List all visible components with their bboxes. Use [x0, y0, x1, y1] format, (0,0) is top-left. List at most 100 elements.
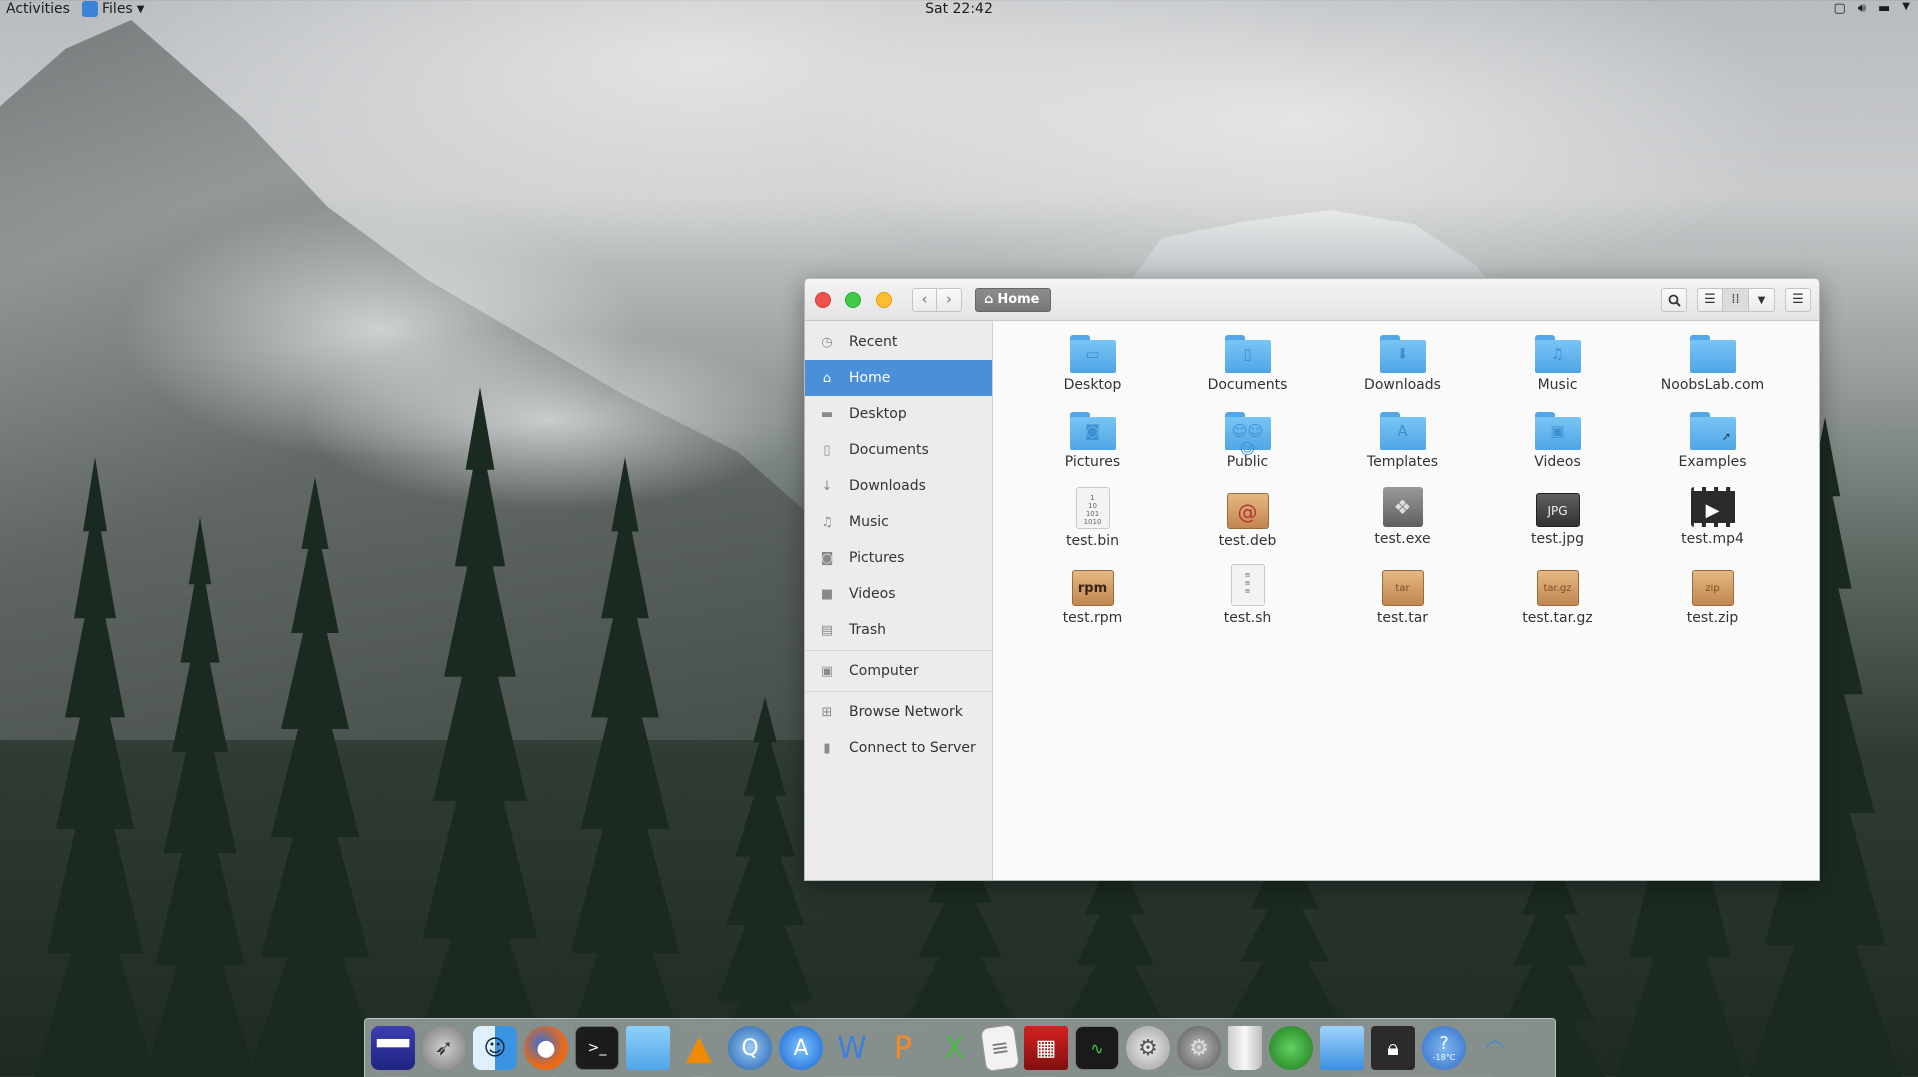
trash-icon[interactable] — [1228, 1026, 1262, 1070]
terminal-icon[interactable]: >_ — [575, 1026, 619, 1070]
grid-view-button[interactable]: ⁞⁞ — [1723, 288, 1749, 312]
path-bar-home[interactable]: ⌂ Home — [975, 288, 1051, 312]
activities-button[interactable]: Activities — [6, 1, 70, 17]
video-editor-icon[interactable]: ▦ — [1024, 1026, 1068, 1070]
sidebar-item-label: Pictures — [849, 550, 905, 566]
sidebar-item-videos[interactable]: ■ Videos — [805, 576, 992, 612]
network-browser-icon[interactable]: Q — [728, 1026, 772, 1070]
sidebar-item-music[interactable]: ♫ Music — [805, 504, 992, 540]
file-item-documents-folder[interactable]: ▯ Documents — [1170, 333, 1325, 410]
back-button[interactable]: ‹ — [912, 288, 937, 312]
file-manager-window: ‹ › ⌂ Home ☰ ⁞⁞ ▼ ☰ ◷ Recent ⌂ Home ▬ De… — [804, 278, 1820, 881]
file-item-public-folder[interactable]: ☺☺☺ Public — [1170, 410, 1325, 487]
folder-icon: ♫ — [1534, 335, 1581, 373]
screen-keyboard-icon[interactable]: ▀▀▀ — [371, 1026, 415, 1070]
file-item-test-deb[interactable]: @ test.deb — [1170, 487, 1325, 564]
firefox-icon[interactable]: ● — [524, 1026, 568, 1070]
search-icon — [1668, 294, 1681, 307]
file-item-noobslab-folder[interactable]: NoobsLab.com — [1635, 333, 1790, 410]
disk-utility-icon[interactable]: ⚙ — [1126, 1026, 1170, 1070]
sidebar-item-computer[interactable]: ▣ Computer — [805, 653, 992, 689]
sidebar-item-browse-network[interactable]: ⊞ Browse Network — [805, 694, 992, 730]
finder-icon[interactable]: ☺ — [473, 1026, 517, 1070]
file-item-label: Videos — [1534, 454, 1581, 470]
file-item-downloads-folder[interactable]: ⬇ Downloads — [1325, 333, 1480, 410]
download-icon: ↓ — [821, 478, 833, 494]
file-item-test-sh[interactable]: ≡ ≡ ≡ test.sh — [1170, 564, 1325, 641]
sidebar-item-documents[interactable]: ▯ Documents — [805, 432, 992, 468]
desktop-icon: ▬ — [820, 406, 834, 422]
places-sidebar: ◷ Recent ⌂ Home ▬ Desktop ▯ Documents ↓ … — [805, 321, 993, 880]
minimize-button[interactable] — [876, 292, 892, 308]
view-options-button[interactable]: ▼ — [1749, 288, 1775, 312]
file-item-pictures-folder[interactable]: ◙ Pictures — [1015, 410, 1170, 487]
lock-screen-icon[interactable]: 🔒︎ — [1371, 1026, 1415, 1070]
deb-package-icon: @ — [1226, 493, 1269, 529]
app-store-icon[interactable]: A — [779, 1026, 823, 1070]
files-app-icon — [82, 1, 98, 17]
system-tray[interactable]: ▢ 🔊︎ ▬ ▼ — [1834, 1, 1911, 16]
file-item-test-mp4[interactable]: ▶ test.mp4 — [1635, 487, 1790, 564]
system-settings-icon[interactable]: ⚙ — [1177, 1026, 1221, 1070]
header-bar: ‹ › ⌂ Home ☰ ⁞⁞ ▼ ☰ — [805, 279, 1819, 321]
file-item-desktop-folder[interactable]: ▭ Desktop — [1015, 333, 1170, 410]
file-item-examples-folder[interactable]: ➚ Examples — [1635, 410, 1790, 487]
display-icon[interactable]: ▢ — [1834, 1, 1846, 16]
sidebar-item-connect-to-server[interactable]: ▮ Connect to Server — [805, 730, 992, 766]
forward-button[interactable]: › — [937, 288, 962, 312]
sidebar-item-label: Home — [849, 370, 891, 386]
file-item-label: Downloads — [1364, 377, 1441, 393]
sidebar-item-pictures[interactable]: ◙ Pictures — [805, 540, 992, 576]
file-item-test-tar[interactable]: tar test.tar — [1325, 564, 1480, 641]
close-button[interactable] — [815, 292, 831, 308]
network-icon: ⊞ — [821, 704, 833, 720]
vlc-icon[interactable]: ▲ — [677, 1026, 721, 1070]
file-item-test-bin[interactable]: 1 10 101 1010 test.bin — [1015, 487, 1170, 564]
file-item-label: test.zip — [1686, 610, 1739, 626]
system-monitor-icon[interactable]: ∿ — [1075, 1026, 1119, 1070]
help-icon[interactable]: ? -18°C — [1422, 1026, 1466, 1070]
volume-icon[interactable]: 🔊︎ — [1858, 1, 1866, 16]
sidebar-item-label: Computer — [849, 663, 919, 679]
libreoffice-impress-icon[interactable]: P — [881, 1026, 925, 1070]
file-item-test-zip[interactable]: zip test.zip — [1635, 564, 1790, 641]
executable-file-icon: ❖ — [1382, 487, 1423, 527]
files-icon[interactable] — [626, 1026, 670, 1070]
app-menu-label: Files — [102, 1, 133, 17]
battery-icon[interactable]: ▬ — [1878, 1, 1890, 16]
libreoffice-writer-icon[interactable]: W — [830, 1026, 874, 1070]
file-item-music-folder[interactable]: ♫ Music — [1480, 333, 1635, 410]
file-item-test-jpg[interactable]: JPG test.jpg — [1480, 487, 1635, 564]
zip-archive-icon: zip — [1691, 570, 1734, 606]
file-item-label: NoobsLab.com — [1660, 377, 1765, 393]
home-icon: ⌂ — [984, 292, 994, 307]
app-menu[interactable]: Files ▼ — [82, 1, 144, 17]
wifi-icon[interactable]: ◠ — [1473, 1026, 1517, 1070]
file-item-videos-folder[interactable]: ▣ Videos — [1480, 410, 1635, 487]
maximize-button[interactable] — [845, 292, 861, 308]
file-item-test-exe[interactable]: ❖ test.exe — [1325, 487, 1480, 564]
sidebar-separator — [805, 691, 992, 692]
search-button[interactable] — [1661, 288, 1687, 312]
launchpad-icon[interactable]: ➶ — [422, 1026, 466, 1070]
clock[interactable]: Sat 22:42 — [925, 1, 993, 17]
menu-button[interactable]: ☰ — [1785, 288, 1811, 312]
file-item-test-tar-gz[interactable]: tar.gz test.tar.gz — [1480, 564, 1635, 641]
text-editor-icon[interactable]: ≡ — [980, 1023, 1020, 1073]
hamburger-menu-icon: ☰ — [1792, 292, 1804, 307]
list-view-button[interactable]: ☰ — [1697, 288, 1723, 312]
file-item-test-rpm[interactable]: rpm test.rpm — [1015, 564, 1170, 641]
desktop-icon[interactable] — [1320, 1026, 1364, 1070]
sidebar-item-home[interactable]: ⌂ Home — [805, 360, 992, 396]
chevron-down-icon[interactable]: ▼ — [1902, 1, 1910, 16]
sidebar-item-label: Documents — [849, 442, 929, 458]
sidebar-item-recent[interactable]: ◷ Recent — [805, 324, 992, 360]
sidebar-item-trash[interactable]: ▤ Trash — [805, 612, 992, 648]
image-file-icon: JPG — [1535, 493, 1580, 527]
world-clock-icon[interactable] — [1269, 1026, 1313, 1070]
sidebar-item-downloads[interactable]: ↓ Downloads — [805, 468, 992, 504]
file-item-templates-folder[interactable]: A Templates — [1325, 410, 1480, 487]
file-item-label: test.bin — [1066, 533, 1119, 549]
sidebar-item-desktop[interactable]: ▬ Desktop — [805, 396, 992, 432]
libreoffice-calc-icon[interactable]: X — [932, 1026, 976, 1070]
